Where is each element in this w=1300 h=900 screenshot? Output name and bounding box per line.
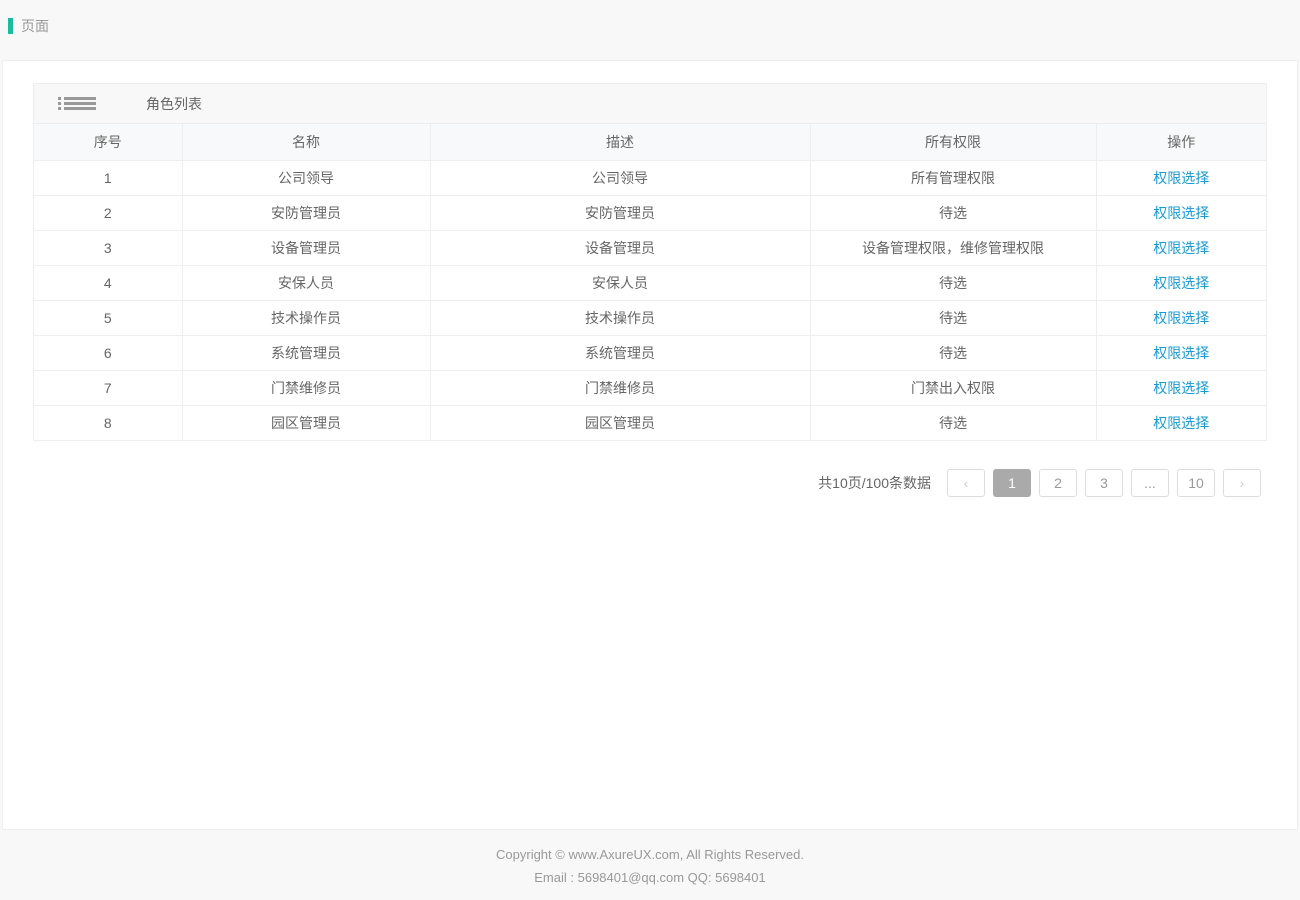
cell-index: 6 (34, 335, 182, 370)
footer: Copyright © www.AxureUX.com, All Rights … (0, 832, 1300, 900)
cell-index: 4 (34, 265, 182, 300)
cell-desc: 门禁维修员 (430, 370, 810, 405)
col-header-name: 名称 (182, 124, 430, 160)
table-row: 1公司领导公司领导所有管理权限权限选择 (34, 160, 1266, 195)
permission-select-link[interactable]: 权限选择 (1153, 275, 1209, 291)
cell-name: 系统管理员 (182, 335, 430, 370)
panel-title: 角色列表 (146, 94, 202, 114)
cell-desc: 技术操作员 (430, 300, 810, 335)
cell-perm: 待选 (810, 335, 1096, 370)
table-row: 5技术操作员技术操作员待选权限选择 (34, 300, 1266, 335)
permission-select-link[interactable]: 权限选择 (1153, 415, 1209, 431)
cell-perm: 待选 (810, 195, 1096, 230)
cell-op: 权限选择 (1096, 335, 1266, 370)
cell-op: 权限选择 (1096, 405, 1266, 440)
page-ellipsis: ... (1131, 469, 1169, 497)
cell-name: 安保人员 (182, 265, 430, 300)
cell-index: 3 (34, 230, 182, 265)
cell-index: 7 (34, 370, 182, 405)
permission-select-link[interactable]: 权限选择 (1153, 170, 1209, 186)
col-header-desc: 描述 (430, 124, 810, 160)
cell-name: 公司领导 (182, 160, 430, 195)
cell-op: 权限选择 (1096, 265, 1266, 300)
page-button-2[interactable]: 2 (1039, 469, 1077, 497)
list-icon (64, 97, 96, 110)
panel-header: 角色列表 (34, 84, 1266, 124)
cell-desc: 园区管理员 (430, 405, 810, 440)
table-header-row: 序号 名称 描述 所有权限 操作 (34, 124, 1266, 160)
cell-desc: 系统管理员 (430, 335, 810, 370)
cell-desc: 公司领导 (430, 160, 810, 195)
cell-index: 2 (34, 195, 182, 230)
cell-desc: 安保人员 (430, 265, 810, 300)
table-row: 6系统管理员系统管理员待选权限选择 (34, 335, 1266, 370)
cell-perm: 待选 (810, 405, 1096, 440)
cell-name: 设备管理员 (182, 230, 430, 265)
permission-select-link[interactable]: 权限选择 (1153, 345, 1209, 361)
cell-perm: 设备管理权限，维修管理权限 (810, 230, 1096, 265)
table-row: 4安保人员安保人员待选权限选择 (34, 265, 1266, 300)
page-next-button[interactable]: › (1223, 469, 1261, 497)
cell-desc: 设备管理员 (430, 230, 810, 265)
cell-op: 权限选择 (1096, 370, 1266, 405)
cell-desc: 安防管理员 (430, 195, 810, 230)
footer-copyright: Copyright © www.AxureUX.com, All Rights … (496, 847, 804, 862)
page-title: 页面 (21, 16, 49, 36)
table-row: 8园区管理员园区管理员待选权限选择 (34, 405, 1266, 440)
role-table: 序号 名称 描述 所有权限 操作 1公司领导公司领导所有管理权限权限选择2安防管… (34, 124, 1266, 440)
permission-select-link[interactable]: 权限选择 (1153, 310, 1209, 326)
cell-index: 5 (34, 300, 182, 335)
cell-index: 1 (34, 160, 182, 195)
cell-index: 8 (34, 405, 182, 440)
cell-name: 安防管理员 (182, 195, 430, 230)
page-prev-button[interactable]: ‹ (947, 469, 985, 497)
cell-perm: 待选 (810, 265, 1096, 300)
table-row: 3设备管理员设备管理员设备管理权限，维修管理权限权限选择 (34, 230, 1266, 265)
table-row: 7门禁维修员门禁维修员门禁出入权限权限选择 (34, 370, 1266, 405)
cell-perm: 门禁出入权限 (810, 370, 1096, 405)
cell-op: 权限选择 (1096, 300, 1266, 335)
permission-select-link[interactable]: 权限选择 (1153, 380, 1209, 396)
page-button-3[interactable]: 3 (1085, 469, 1123, 497)
footer-contact: Email : 5698401@qq.com QQ: 5698401 (534, 870, 765, 885)
cell-perm: 所有管理权限 (810, 160, 1096, 195)
content-area: 角色列表 序号 名称 描述 所有权限 操作 1公司领导公司领导所有管理权限权限选… (2, 60, 1298, 830)
page-header: 页面 (0, 0, 1300, 52)
col-header-index: 序号 (34, 124, 182, 160)
pagination-controls: ‹ 1 2 3 ... 10 › (947, 469, 1261, 497)
cell-op: 权限选择 (1096, 160, 1266, 195)
col-header-perm: 所有权限 (810, 124, 1096, 160)
cell-name: 园区管理员 (182, 405, 430, 440)
header-accent-marker (8, 18, 13, 34)
page-button-1[interactable]: 1 (993, 469, 1031, 497)
cell-op: 权限选择 (1096, 195, 1266, 230)
permission-select-link[interactable]: 权限选择 (1153, 240, 1209, 256)
permission-select-link[interactable]: 权限选择 (1153, 205, 1209, 221)
pagination-summary: 共10页/100条数据 (818, 473, 931, 493)
pagination: 共10页/100条数据 ‹ 1 2 3 ... 10 › (33, 469, 1267, 497)
cell-perm: 待选 (810, 300, 1096, 335)
role-list-panel: 角色列表 序号 名称 描述 所有权限 操作 1公司领导公司领导所有管理权限权限选… (33, 83, 1267, 441)
col-header-op: 操作 (1096, 124, 1266, 160)
cell-name: 门禁维修员 (182, 370, 430, 405)
chevron-right-icon: › (1240, 475, 1245, 491)
chevron-left-icon: ‹ (964, 475, 969, 491)
table-row: 2安防管理员安防管理员待选权限选择 (34, 195, 1266, 230)
cell-op: 权限选择 (1096, 230, 1266, 265)
page-button-10[interactable]: 10 (1177, 469, 1215, 497)
cell-name: 技术操作员 (182, 300, 430, 335)
